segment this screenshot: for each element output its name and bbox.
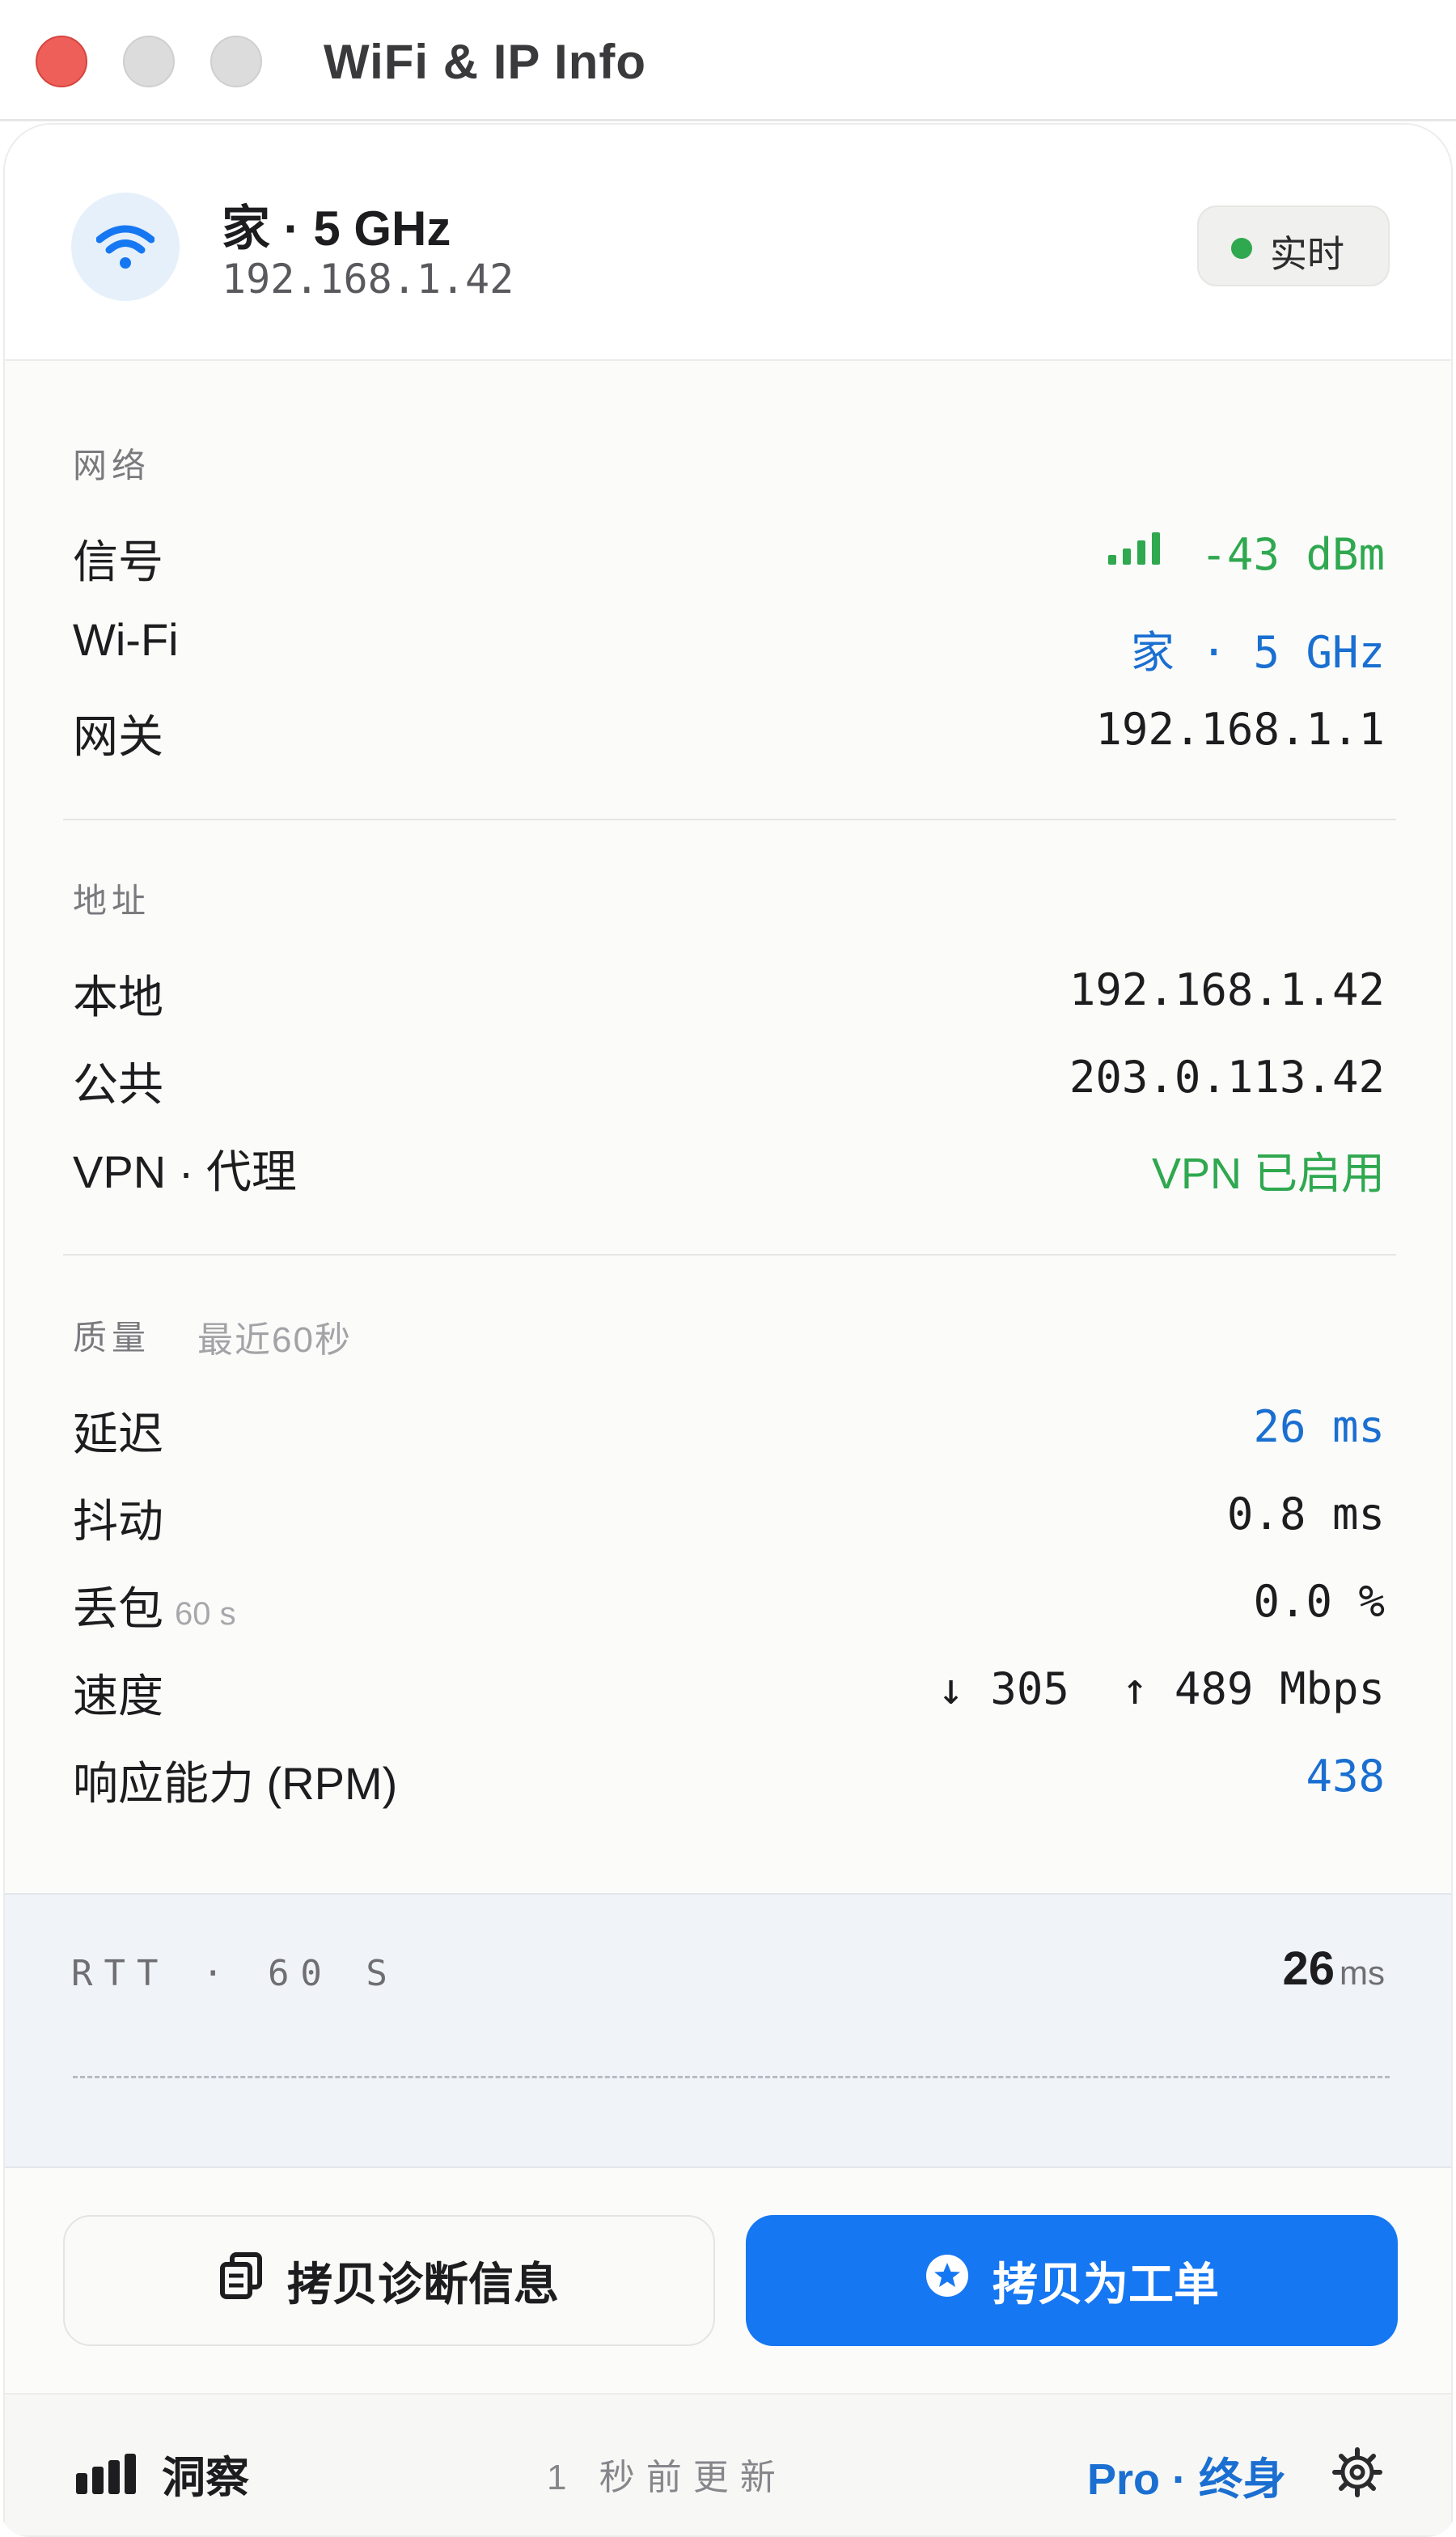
close-window-button[interactable] (36, 36, 87, 87)
wifi-badge (71, 193, 180, 301)
insights-button[interactable]: 洞察 (76, 2442, 249, 2505)
last-updated-text: 1 秒前更新 (547, 2458, 787, 2497)
row-rpm-label: 响应能力 (RPM) (73, 1758, 398, 1809)
connection-header: 家 · 5 GHz 192.168.1.42 实时 (5, 125, 1451, 361)
rtt-baseline (73, 2076, 1390, 2078)
copy-diagnostics-label: 拷贝诊断信息 (287, 2258, 559, 2310)
plan-link[interactable]: Pro · 终身 (1087, 2443, 1286, 2507)
rtt-label: RTT · 60 S (71, 1953, 399, 1994)
copy-ticket-button[interactable]: 拷贝为工单 (746, 2215, 1398, 2346)
live-dot-icon (1231, 238, 1252, 259)
row-jitter-label: 抖动 (73, 1496, 163, 1547)
row-packet-loss-value: 0.0 % (1253, 1576, 1385, 1627)
section-divider (63, 1254, 1396, 1256)
row-signal-label: 信号 (73, 536, 163, 587)
row-vpn-value: VPN 已启用 (1151, 1150, 1385, 1198)
section-address-label: 地址 (73, 882, 151, 920)
row-speed-label: 速度 (73, 1671, 163, 1722)
copy-ticket-label: 拷贝为工单 (993, 2258, 1219, 2310)
zoom-window-button[interactable] (210, 36, 262, 87)
footer-bar: 洞察 1 秒前更新 Pro · 终身 (5, 2393, 1451, 2535)
row-local-label: 本地 (73, 972, 163, 1023)
window-title: WiFi & IP Info (324, 35, 646, 89)
row-public-value: 203.0.113.42 (1069, 1052, 1385, 1103)
row-gateway-label: 网关 (73, 711, 163, 762)
settings-gear-icon[interactable] (1331, 2446, 1383, 2502)
main-panel: 家 · 5 GHz 192.168.1.42 实时 网络 信号 -43 dBm … (3, 123, 1453, 2537)
row-speed-value: ↓ 305 ↑ 489 Mbps (938, 1663, 1385, 1714)
copy-icon (219, 2251, 265, 2310)
packet-loss-label-text: 丢包 (73, 1583, 163, 1634)
row-wifi-value: 家 · 5 GHz (1130, 627, 1385, 678)
wifi-icon (96, 225, 154, 269)
star-badge-icon (925, 2253, 970, 2309)
row-local-value: 192.168.1.42 (1069, 964, 1385, 1015)
minimize-window-button[interactable] (123, 36, 175, 87)
row-public-label: 公共 (73, 1059, 163, 1110)
row-latency-label: 延迟 (73, 1408, 163, 1459)
network-name: 家 · 5 GHz (222, 201, 451, 256)
section-quality-label: 质量 (73, 1319, 151, 1357)
section-divider (63, 819, 1396, 820)
local-ip: 192.168.1.42 (222, 256, 514, 303)
row-rpm-value: 438 (1306, 1751, 1385, 1802)
row-wifi-label: Wi-Fi (73, 614, 179, 665)
insights-label: 洞察 (162, 2454, 249, 2502)
row-gateway-value: 192.168.1.1 (1095, 704, 1385, 755)
section-network-label: 网络 (73, 447, 151, 485)
rtt-unit: ms (1340, 1954, 1385, 1992)
row-latency-value: 26 ms (1253, 1401, 1385, 1452)
copy-diagnostics-button[interactable]: 拷贝诊断信息 (63, 2215, 715, 2346)
row-signal-value: -43 dBm (1200, 529, 1385, 580)
live-status-badge: 实时 (1197, 205, 1390, 286)
packet-loss-window: 60 s (175, 1596, 236, 1632)
rtt-value: 26 (1282, 1942, 1335, 1995)
row-vpn-label: VPN · 代理 (73, 1146, 297, 1197)
title-bar: WiFi & IP Info (0, 0, 1456, 121)
rtt-chart: RTT · 60 S 26 ms (5, 1893, 1451, 2168)
signal-strength-icon (1108, 532, 1160, 565)
row-packet-loss-label: 丢包 60 s (73, 1573, 236, 1638)
rtt-current: 26 ms (1282, 1942, 1385, 1996)
live-label: 实时 (1270, 233, 1344, 275)
bar-chart-icon (76, 2453, 136, 2494)
section-quality-sub: 最近60秒 (197, 1320, 352, 1360)
row-jitter-value: 0.8 ms (1226, 1489, 1385, 1540)
app-window: WiFi & IP Info 家 · 5 GHz 192.168.1.42 实时… (0, 0, 1456, 2537)
